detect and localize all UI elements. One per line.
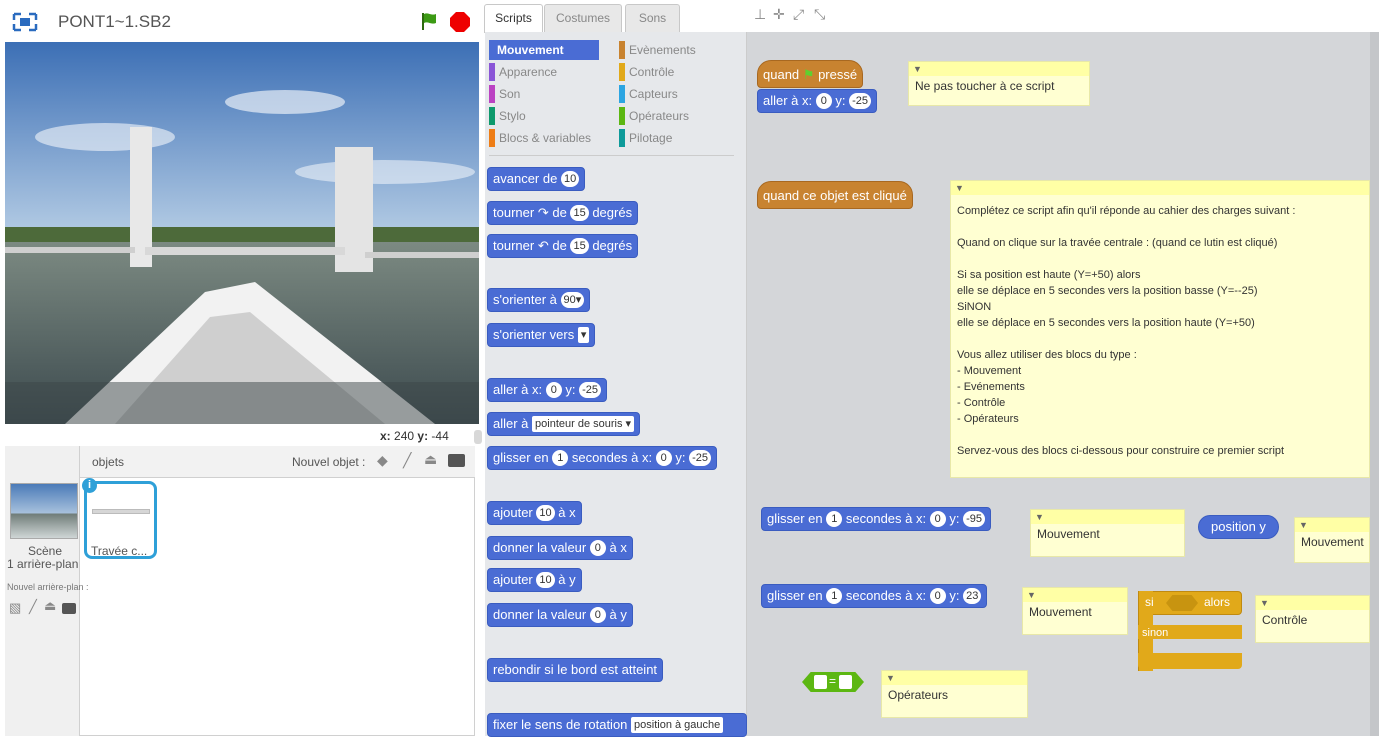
block-change-y[interactable]: ajouter 10 à y bbox=[487, 568, 582, 592]
sprite-library-icon[interactable]: ◆ bbox=[377, 452, 388, 469]
block-goto[interactable]: aller à pointeur de souris ▾ bbox=[487, 412, 641, 436]
category-label: Stylo bbox=[499, 109, 526, 123]
comment-note-4[interactable]: ▼ Mouvement bbox=[1294, 517, 1370, 563]
turn-left-icon: ↶ bbox=[537, 238, 549, 253]
block-set-y[interactable]: donner la valeur 0 à y bbox=[487, 603, 633, 627]
camera-icon[interactable] bbox=[448, 454, 465, 467]
mouse-coords: x: 240 y: -44 bbox=[380, 429, 449, 443]
script-glide-2[interactable]: glisser en 1 secondes à x: 0 y: 23 bbox=[761, 584, 988, 608]
backdrop-upload-icon[interactable]: ⏏ bbox=[44, 598, 56, 614]
backdrop-paint-icon[interactable]: ╱ bbox=[29, 599, 37, 615]
category-sound[interactable]: Son bbox=[489, 84, 599, 104]
script-goto-xy[interactable]: aller à x: 0 y: -25 bbox=[757, 89, 878, 113]
category-sensing[interactable]: Capteurs bbox=[619, 84, 729, 104]
category-operators[interactable]: Opérateurs bbox=[619, 106, 729, 126]
backdrop-camera-icon[interactable] bbox=[62, 603, 76, 614]
stage-canvas[interactable] bbox=[5, 42, 479, 424]
backdrop-library-icon[interactable]: ▧ bbox=[9, 600, 21, 616]
palette-divider bbox=[489, 155, 734, 156]
category-label: Opérateurs bbox=[629, 109, 690, 123]
new-sprite-label: Nouvel objet : bbox=[292, 455, 366, 469]
script-scrollbar[interactable] bbox=[1370, 32, 1379, 736]
grow-icon[interactable]: ⤢ bbox=[793, 6, 804, 23]
category-label: Blocs & variables bbox=[499, 131, 592, 145]
comment-note-1[interactable]: ▼ Ne pas toucher à ce script bbox=[908, 61, 1090, 106]
green-flag-icon: ⚑ bbox=[802, 67, 815, 82]
category-control[interactable]: Contrôle bbox=[619, 62, 729, 82]
block-turn-right[interactable]: tourner ↷ de 15 degrés bbox=[487, 201, 639, 225]
comment-note-2[interactable]: ▼ Complétez ce script afin qu'il réponde … bbox=[950, 180, 1370, 478]
category-pilotage[interactable]: Pilotage bbox=[619, 128, 729, 148]
category-variables[interactable]: Blocs & variables bbox=[489, 128, 609, 148]
category-pen[interactable]: Stylo bbox=[489, 106, 599, 126]
duplicate-icon[interactable]: ⊥ bbox=[754, 6, 766, 23]
category-label: Mouvement bbox=[497, 43, 564, 57]
x-value: 240 bbox=[394, 429, 415, 443]
y-label: y: bbox=[417, 429, 429, 443]
script-glide-1[interactable]: glisser en 1 secondes à x: 0 y: -95 bbox=[761, 507, 992, 531]
script-position-y[interactable]: position y bbox=[1198, 515, 1279, 539]
comment-note-7[interactable]: ▼ Opérateurs bbox=[881, 670, 1028, 718]
comment-note-3[interactable]: ▼ Mouvement bbox=[1030, 509, 1185, 557]
script-equals-operator[interactable]: = bbox=[802, 672, 864, 692]
category-label: Capteurs bbox=[629, 87, 678, 101]
turn-right-icon: ↷ bbox=[537, 205, 549, 220]
paint-brush-icon[interactable]: ╱ bbox=[403, 452, 411, 469]
scene-thumbnail[interactable] bbox=[10, 483, 78, 539]
shrink-icon[interactable]: ⤡ bbox=[814, 6, 825, 23]
else-label: sinon bbox=[1142, 627, 1169, 639]
fullscreen-icon[interactable] bbox=[12, 12, 38, 32]
x-label: x: bbox=[380, 429, 391, 443]
if-label: si bbox=[1145, 595, 1154, 609]
upload-icon[interactable]: ⏏ bbox=[424, 451, 437, 468]
new-backdrop-label: Nouvel arrière-plan : bbox=[7, 582, 89, 592]
empty-condition-slot[interactable] bbox=[1166, 595, 1198, 611]
project-title: PONT1~1.SB2 bbox=[58, 12, 171, 31]
script-if-else[interactable]: si alors sinon bbox=[1138, 591, 1242, 671]
block-point-direction[interactable]: s'orienter à 90▾ bbox=[487, 288, 591, 312]
block-glide[interactable]: glisser en 1 secondes à x: 0 y: -25 bbox=[487, 446, 718, 470]
sprite-header bbox=[80, 446, 475, 478]
green-flag-icon[interactable] bbox=[419, 10, 441, 32]
block-point-towards[interactable]: s'orienter vers ▾ bbox=[487, 323, 596, 347]
then-label: alors bbox=[1204, 595, 1231, 609]
equals-sign: = bbox=[829, 674, 837, 688]
script-hat-flag[interactable]: quand ⚑ pressé bbox=[757, 60, 864, 88]
category-looks[interactable]: Apparence bbox=[489, 62, 599, 82]
comment-note-5[interactable]: ▼ Mouvement bbox=[1022, 587, 1128, 635]
sprite-thumbnail bbox=[92, 509, 150, 514]
script-hat-clicked[interactable]: quand ce objet est cliqué bbox=[757, 181, 913, 209]
block-rotation-style[interactable]: fixer le sens de rotation position à gau… bbox=[487, 713, 747, 737]
block-set-x[interactable]: donner la valeur 0 à x bbox=[487, 536, 633, 560]
block-move-steps[interactable]: avancer de 10 bbox=[487, 167, 586, 191]
category-label: Pilotage bbox=[629, 131, 673, 145]
sprite-header-label: objets bbox=[92, 455, 125, 469]
category-events[interactable]: Evènements bbox=[619, 40, 729, 60]
category-motion[interactable]: Mouvement bbox=[489, 40, 599, 60]
tab-costumes[interactable]: Costumes bbox=[544, 4, 622, 32]
stop-icon[interactable] bbox=[449, 11, 471, 33]
tab-sounds[interactable]: Sons bbox=[625, 4, 680, 32]
category-label: Apparence bbox=[499, 65, 558, 79]
comment-note-6[interactable]: ▼ Contrôle bbox=[1255, 595, 1370, 643]
category-label: Son bbox=[499, 87, 521, 101]
y-value: -44 bbox=[431, 429, 449, 443]
block-change-x[interactable]: ajouter 10 à x bbox=[487, 501, 582, 525]
block-turn-left[interactable]: tourner ↶ de 15 degrés bbox=[487, 234, 639, 258]
category-label: Evènements bbox=[629, 43, 696, 57]
scene-label: Scène bbox=[28, 544, 63, 558]
info-icon[interactable]: i bbox=[82, 478, 97, 493]
delete-icon[interactable]: ✛ bbox=[773, 6, 785, 23]
block-bounce[interactable]: rebondir si le bord est atteint bbox=[487, 658, 664, 682]
stage-collapse-handle[interactable] bbox=[474, 430, 482, 444]
tab-scripts[interactable]: Scripts bbox=[484, 4, 543, 33]
block-goto-xy[interactable]: aller à x: 0 y: -25 bbox=[487, 378, 608, 402]
sprite-name: Travée c... bbox=[91, 544, 148, 558]
category-label: Contrôle bbox=[629, 65, 675, 79]
scene-backdrop-count: 1 arrière-plan bbox=[7, 557, 79, 571]
